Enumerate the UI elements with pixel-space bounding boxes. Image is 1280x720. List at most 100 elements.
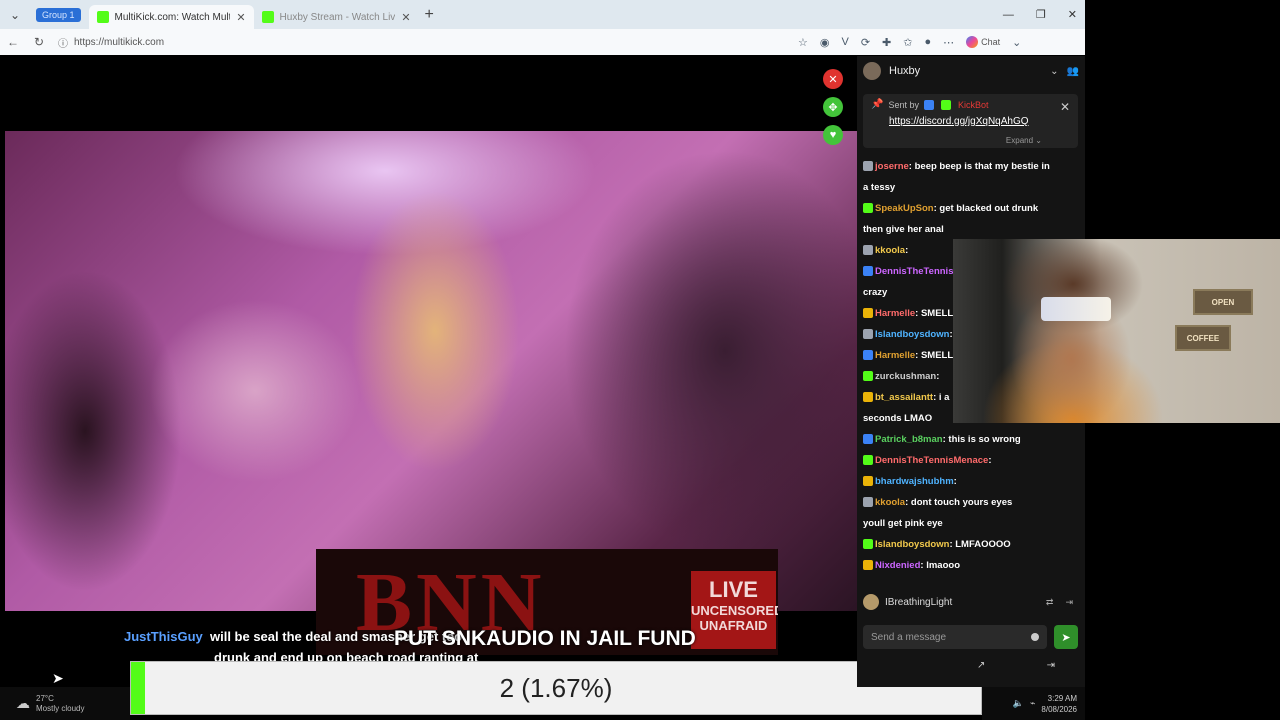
close-window-icon[interactable]: ✕ <box>1068 8 1077 21</box>
chat-username[interactable]: Nixdenied <box>875 560 920 571</box>
window-controls: — ❐ ✕ <box>1003 0 1077 29</box>
chat-message: then give her anal <box>863 219 1079 240</box>
tab-actions-icon[interactable]: ⌄ <box>0 0 30 29</box>
close-pin-icon[interactable]: ✕ <box>1060 100 1070 114</box>
chat-username[interactable]: Harmelle <box>875 350 915 361</box>
follow-heart-icon[interactable]: ♥ <box>823 125 843 145</box>
refresh-icon[interactable]: ↻ <box>26 35 52 49</box>
chat-username[interactable]: DennisTheTennis <box>875 266 953 277</box>
extension-icon[interactable]: ◉ <box>820 36 830 49</box>
translate-icon[interactable]: ⇄ <box>1046 597 1054 608</box>
channel-avatar[interactable] <box>863 62 881 80</box>
chat-message: Islandboysdown: LMFAOOOO <box>863 534 1079 555</box>
chevron-down-icon[interactable]: ⌄ <box>1050 66 1058 77</box>
browser-toolbar: ☆ ◉ V ⟳ ✚ ✩ ● ⋯ Chat ⌄ <box>798 36 1021 49</box>
chat-username[interactable]: bhardwajshubhm <box>875 476 954 487</box>
chat-username[interactable]: kkoola <box>875 497 905 508</box>
live-title: LIVE <box>709 577 758 602</box>
logout-icon[interactable]: ⇥ <box>1065 597 1073 608</box>
chat-username[interactable]: SpeakUpSon <box>875 203 934 214</box>
url-text: https://multikick.com <box>74 36 165 48</box>
pinned-message: 📌 Sent by KickBot https://discord.gg/jgX… <box>863 94 1078 148</box>
live-line1: UNCENSORED <box>691 603 778 618</box>
tab-group-chip[interactable]: Group 1 <box>36 7 81 22</box>
chat-text: dont touch yours eyes <box>910 497 1013 508</box>
tab-title: MultiKick.com: Watch Multiple Str <box>114 11 231 23</box>
favorite-star-icon[interactable]: ☆ <box>798 36 808 49</box>
send-button[interactable]: ➤ <box>1054 625 1078 649</box>
badge-icon <box>863 539 873 550</box>
more-icon[interactable]: ⋯ <box>943 36 954 49</box>
clock-date: 8/08/2026 <box>1041 704 1077 714</box>
close-tab-icon[interactable]: ✕ <box>236 11 245 24</box>
popout-icon[interactable]: ↗ <box>977 660 985 680</box>
close-stream-icon[interactable]: ✕ <box>823 69 843 89</box>
extension-sync-icon[interactable]: ⟳ <box>861 36 870 49</box>
badge-icon <box>863 392 873 403</box>
chat-username[interactable]: joserne <box>875 161 909 172</box>
emoji-icon[interactable] <box>1031 633 1039 641</box>
taskbar-tray: 🔈 ⌁ 3:29 AM 8/08/2026 <box>982 687 1085 720</box>
restore-icon[interactable]: ❐ <box>1036 8 1046 21</box>
pin-header: 📌 Sent by KickBot <box>871 99 1070 110</box>
badge-icon <box>863 455 873 466</box>
copilot-chat-button[interactable]: Chat <box>966 36 1000 48</box>
live-line2: UNAFRAID <box>699 618 768 633</box>
chat-username[interactable]: Islandboysdown <box>875 329 949 340</box>
kick-favicon-icon <box>261 11 274 23</box>
taskbar-clock[interactable]: 3:29 AM 8/08/2026 <box>1041 693 1077 715</box>
user-avatar[interactable] <box>863 594 879 610</box>
badge-icon <box>863 434 873 445</box>
chat-username[interactable]: kkoola <box>875 245 905 256</box>
tab-huxby[interactable]: Huxby Stream - Watch Live on Ki ✕ <box>254 5 419 29</box>
chevron-down-icon[interactable]: ⌄ <box>1012 36 1021 49</box>
message-input[interactable]: Send a message <box>863 625 1047 649</box>
poll-bar: 2 (1.67%) <box>130 661 982 715</box>
chat-message: kkoola: dont touch yours eyes <box>863 492 1079 513</box>
chat-text: this is so wrong <box>948 434 1021 445</box>
chat-username[interactable]: DennisTheTennisMenace <box>875 455 988 466</box>
chat-username[interactable]: zurckushman <box>875 371 936 382</box>
chat-header: Huxby ⌄ 👥 <box>857 56 1085 86</box>
minimize-icon[interactable]: — <box>1003 9 1014 21</box>
chat-channel-name[interactable]: Huxby <box>889 65 1042 77</box>
move-stream-icon[interactable]: ✥ <box>823 97 843 117</box>
tab-multikick[interactable]: MultiKick.com: Watch Multiple Str ✕ <box>88 5 254 29</box>
weather-temp: 27°C <box>36 693 54 703</box>
exit-icon[interactable]: ⇥ <box>1047 660 1055 680</box>
users-icon[interactable]: 👥 <box>1067 66 1079 77</box>
chat-label: Chat <box>981 37 1001 47</box>
extension-v-icon[interactable]: V <box>841 36 848 48</box>
taskbar-weather[interactable]: ☁ 27°C Mostly cloudy <box>0 687 130 720</box>
close-tab-icon[interactable]: ✕ <box>401 11 410 24</box>
speaker-icon[interactable]: 🔈 <box>1013 698 1024 709</box>
expand-button[interactable]: Expand ⌄ <box>1006 136 1042 145</box>
copilot-icon <box>966 36 979 48</box>
network-icon[interactable]: ⌁ <box>1030 698 1035 709</box>
badge-icon <box>863 308 873 319</box>
verified-icon <box>940 99 951 110</box>
chat-username[interactable]: Patrick_b8man <box>875 434 943 445</box>
url-field[interactable]: ⓘ https://multikick.com <box>58 35 798 50</box>
stream-video[interactable] <box>5 131 857 611</box>
chat-message: DennisTheTennisMenace: <box>863 450 1079 471</box>
current-username: IBreathingLight <box>885 596 953 608</box>
main-stream-player[interactable]: ✕ ✥ ♥ BNN LIVE UNCENSORED UNAFRAID JustT… <box>5 56 857 686</box>
chat-username[interactable]: bt_assailantt <box>875 392 933 403</box>
live-badge: LIVE UNCENSORED UNAFRAID <box>691 571 778 649</box>
chat-text: then give her anal <box>863 224 944 235</box>
back-icon[interactable]: ← <box>0 35 26 49</box>
pin-sender[interactable]: KickBot <box>958 100 989 110</box>
site-info-icon[interactable]: ⓘ <box>58 35 68 50</box>
favorites-icon[interactable]: ✩ <box>903 36 912 49</box>
chat-username[interactable]: Islandboysdown <box>875 539 949 550</box>
chat-text: lmaooo <box>926 560 960 571</box>
profile-icon[interactable]: ● <box>924 36 931 48</box>
extensions-puzzle-icon[interactable]: ✚ <box>882 36 891 49</box>
new-tab-icon[interactable]: + <box>425 6 434 24</box>
discord-link[interactable]: https://discord.gg/jgXqNqAhGQ <box>889 116 1070 127</box>
chat-message: SpeakUpSon: get blacked out drunk <box>863 198 1079 219</box>
user-actions: ⇄ ⇥ <box>1046 597 1073 608</box>
chat-username[interactable]: Harmelle <box>875 308 915 319</box>
chat-footer: ↗ ⇥ <box>857 660 1085 680</box>
